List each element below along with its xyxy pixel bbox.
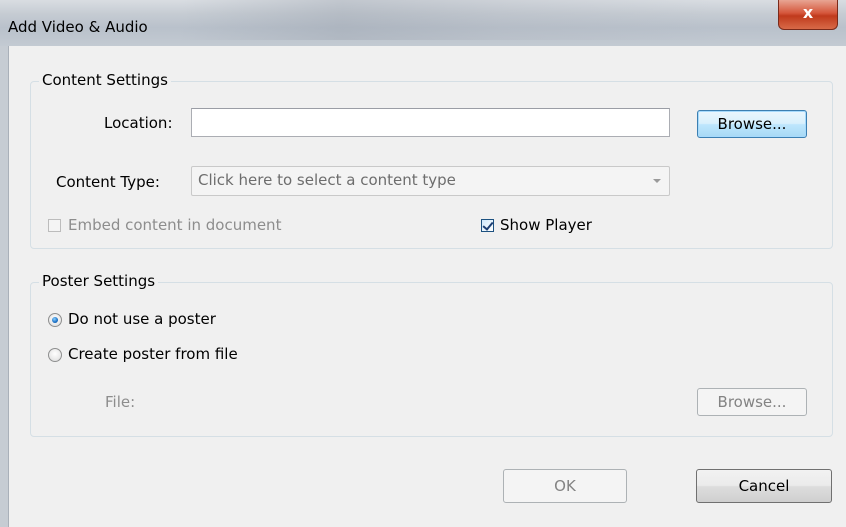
embed-content-label: Embed content in document <box>68 216 282 234</box>
poster-browse-button[interactable]: Browse... <box>697 388 807 416</box>
file-label: File: <box>105 393 136 411</box>
title-bar[interactable]: Add Video & Audio x <box>0 0 846 46</box>
location-browse-button[interactable]: Browse... <box>697 110 807 138</box>
content-type-label: Content Type: <box>56 173 160 191</box>
content-settings-legend: Content Settings <box>39 71 171 89</box>
show-player-label: Show Player <box>500 216 592 234</box>
window-left-edge <box>0 46 9 527</box>
title-bar-background <box>180 0 720 40</box>
dropdown-arrow-icon <box>653 179 661 183</box>
close-icon: x <box>802 3 814 22</box>
poster-settings-legend: Poster Settings <box>39 272 159 290</box>
poster-from-file-label: Create poster from file <box>68 345 238 363</box>
location-input[interactable] <box>191 108 670 137</box>
ok-button[interactable]: OK <box>503 469 627 503</box>
no-poster-label: Do not use a poster <box>68 310 216 328</box>
show-player-checkbox[interactable] <box>481 219 494 232</box>
dialog-title: Add Video & Audio <box>8 18 148 36</box>
poster-from-file-radio[interactable] <box>48 348 62 362</box>
ok-label: OK <box>554 477 576 495</box>
add-video-audio-dialog: Add Video & Audio x Content Settings Loc… <box>0 0 846 527</box>
location-browse-label: Browse... <box>717 115 787 133</box>
content-type-dropdown[interactable]: Click here to select a content type <box>191 166 670 196</box>
location-label: Location: <box>104 114 173 132</box>
embed-content-checkbox[interactable] <box>48 219 61 232</box>
poster-browse-label: Browse... <box>717 393 787 411</box>
no-poster-radio[interactable] <box>48 313 62 327</box>
content-type-value: Click here to select a content type <box>198 171 456 189</box>
close-button[interactable]: x <box>778 0 838 30</box>
cancel-button[interactable]: Cancel <box>696 469 832 503</box>
cancel-label: Cancel <box>738 477 790 495</box>
